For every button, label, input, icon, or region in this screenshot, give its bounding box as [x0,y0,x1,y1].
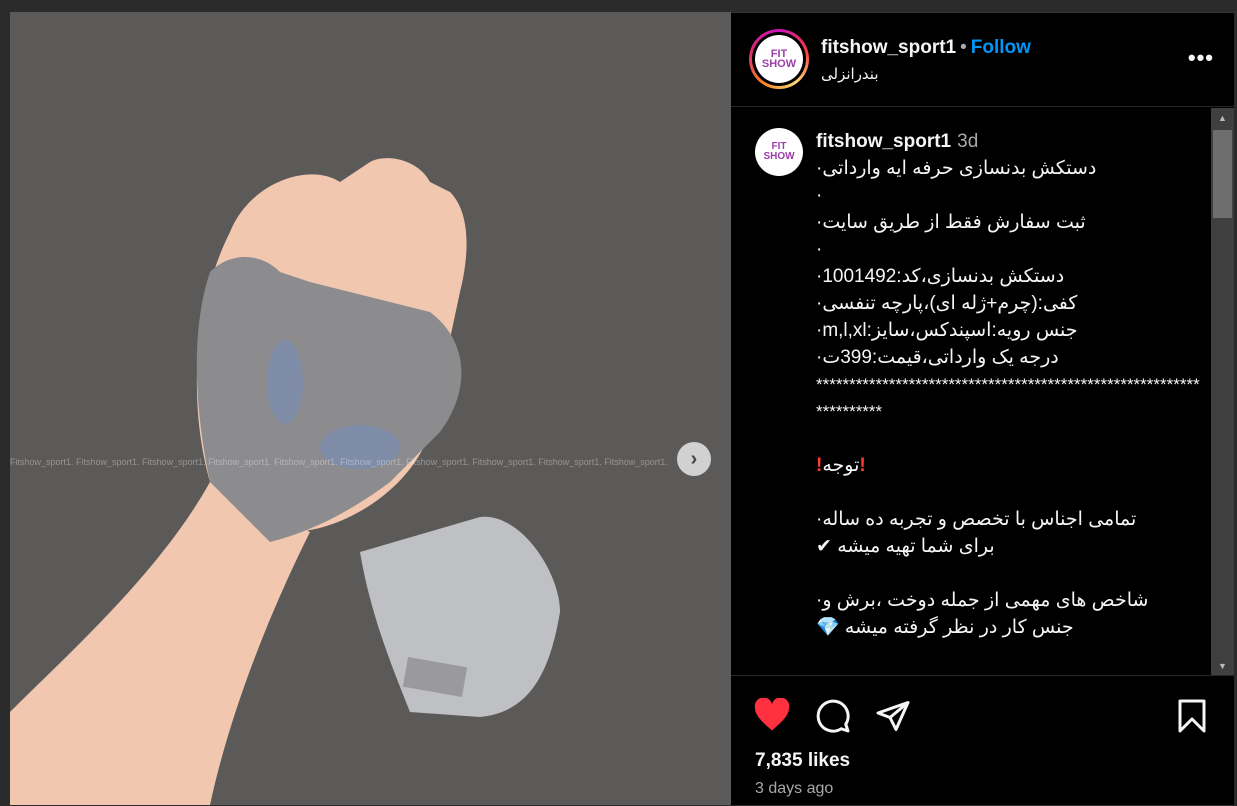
post-media: Fitshow_sport1. Fitshow_sport1. Fitshow_… [10,12,731,805]
caption-time: 3d [957,131,979,152]
caption-area: FIT SHOW fitshow_sport1 3d دستکش بدنسازی ح… [731,108,1211,674]
comment-icon[interactable] [815,698,851,734]
more-options-icon[interactable]: ••• [1188,45,1214,71]
caption-line: دستکش بدنسازی،کد:1001492· [816,266,1065,287]
caption-line: درجه یک وارداتی،قیمت:399ت· [816,347,1059,368]
caption-line: دستکش بدنسازی حرفه ایه وارداتی· [816,158,1097,179]
fitshow-logo: FIT SHOW [755,128,803,176]
scrollbar-thumb[interactable] [1213,130,1232,218]
caption-avatar[interactable]: FIT SHOW [755,128,803,176]
caption-line: برای شما تهیه میشه ✔ [816,536,995,557]
exclamation-icon: ! [859,455,866,476]
likes-count[interactable]: 7,835 likes [755,750,850,772]
scroll-up-arrow-icon[interactable]: ▲ [1211,113,1234,123]
caption-line: · [816,239,823,260]
caption-scrollbar[interactable]: ▲ ▼ [1211,108,1234,676]
post-panel: FIT SHOW fitshow_sport1 • Follow بندرانزلی … [731,12,1234,805]
post-header: FIT SHOW fitshow_sport1 • Follow بندرانزلی … [731,13,1234,107]
fitshow-logo: FIT SHOW [755,35,803,83]
scroll-down-arrow-icon[interactable]: ▼ [1211,661,1234,671]
caption-line: کفی:(چرم+ژله ای)،پارچه تنفسی· [816,293,1078,314]
caption-line: جنس کار در نظر گرفته میشه 💎 [816,617,1074,638]
post-time: 3 days ago [755,780,834,797]
next-image-button[interactable]: › [677,442,711,476]
glove-photo [10,12,731,805]
username-link[interactable]: fitshow_sport1 [821,37,956,58]
caption-divider: ****************************************… [816,375,1200,421]
caption-line: تمامی اجناس با تخصص و تجربه ده ساله· [816,509,1137,530]
caption-line: ثبت سفارش فقط از طریق سایت· [816,212,1086,233]
follow-button[interactable]: Follow [971,37,1031,58]
watermark: Fitshow_sport1. Fitshow_sport1. Fitshow_… [10,457,668,467]
warning-line: !توجه! [816,455,866,476]
caption-username[interactable]: fitshow_sport1 [816,131,951,152]
location-link[interactable]: بندرانزلی [821,65,879,83]
bookmark-icon[interactable] [1176,698,1208,734]
avatar[interactable]: FIT SHOW [749,29,809,89]
caption-line: · [816,185,823,206]
share-icon[interactable] [875,698,911,734]
caption-line: شاخص های مهمی از جمله دوخت ،برش و· [816,590,1149,611]
heart-icon[interactable] [753,698,791,732]
chevron-right-icon: › [690,447,698,470]
separator-dot: • [960,37,967,58]
action-bar: 7,835 likes 3 days ago [731,675,1234,806]
caption-line: جنس رویه:اسپندکس،سایز:m,l,xl· [816,320,1078,341]
caption-text: fitshow_sport1 3d دستکش بدنسازی حرفه ایه … [816,128,1201,641]
